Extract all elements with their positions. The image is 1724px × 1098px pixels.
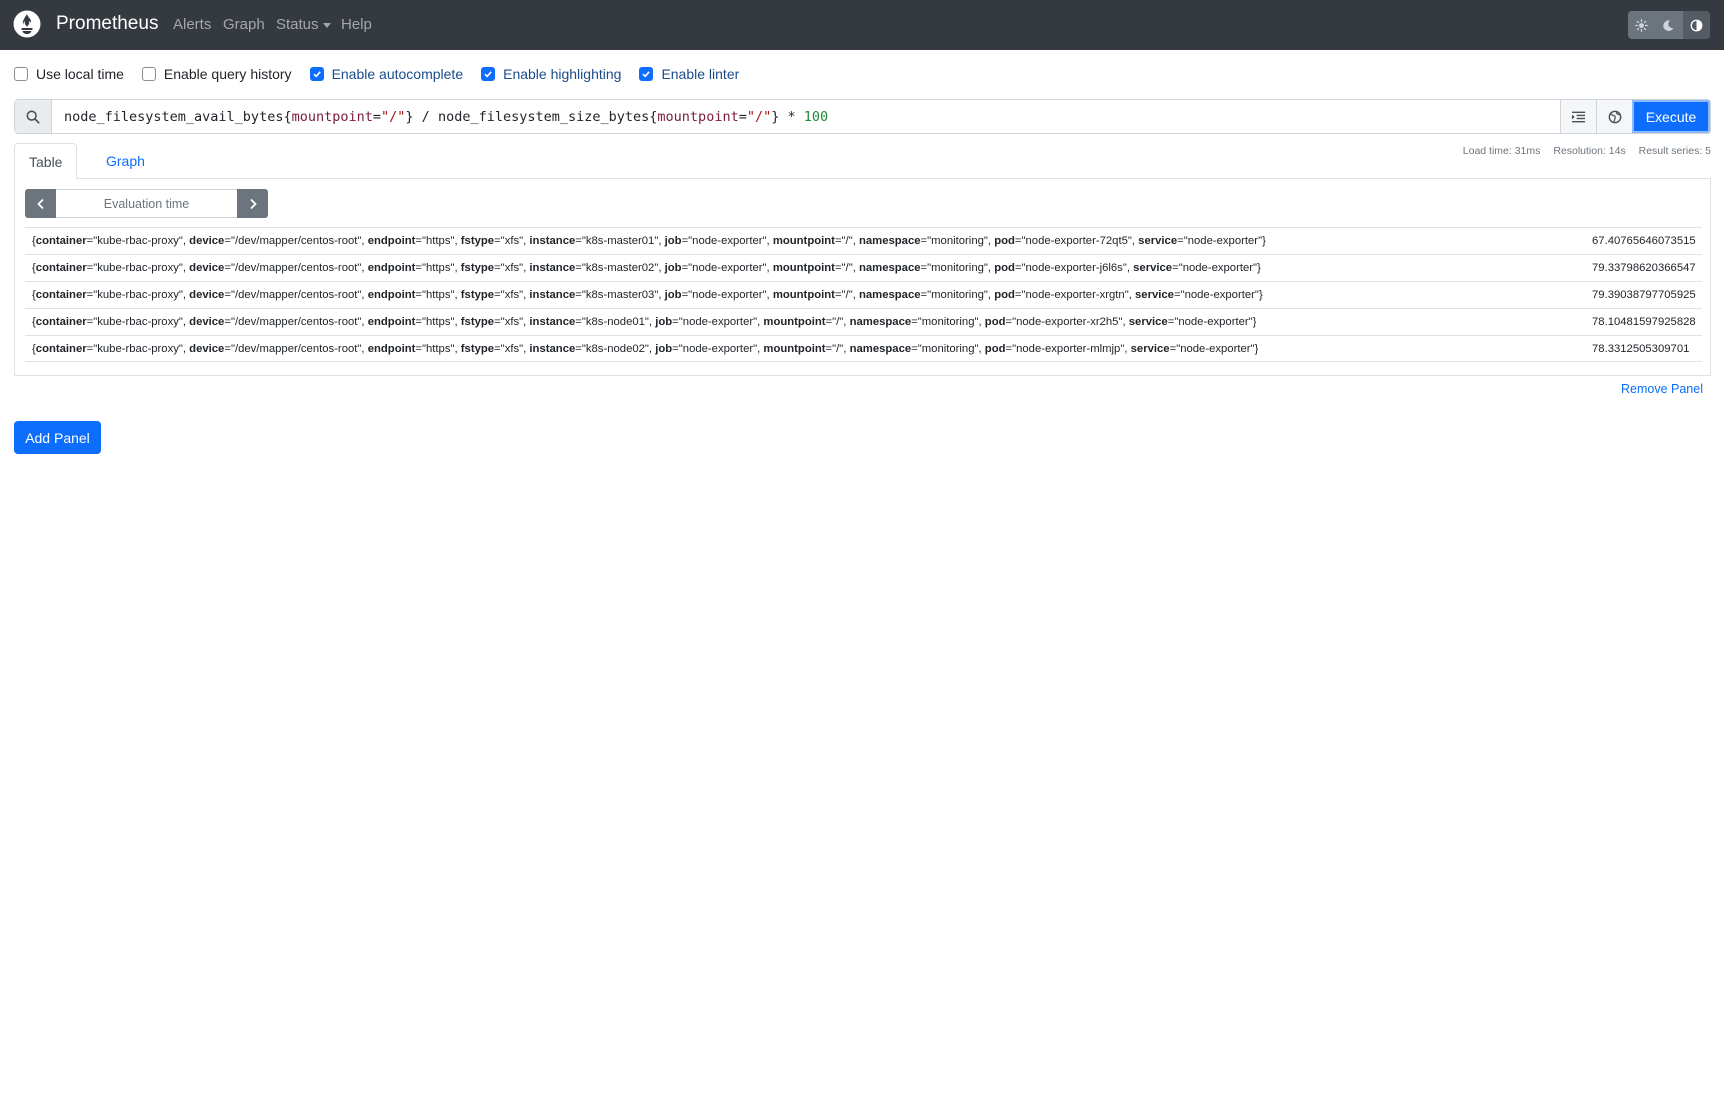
evaluation-time-input[interactable]: Evaluation time bbox=[56, 189, 237, 218]
chevron-left-icon bbox=[36, 198, 44, 209]
series-labels: {container="kube-rbac-proxy", device="/d… bbox=[32, 342, 1259, 355]
series-labels: {container="kube-rbac-proxy", device="/d… bbox=[32, 289, 1263, 301]
series-labels: {container="kube-rbac-proxy", device="/d… bbox=[32, 262, 1261, 274]
check-icon bbox=[484, 71, 492, 78]
navbar: Prometheus Alerts Graph Status Help bbox=[0, 0, 1724, 50]
tab-graph[interactable]: Graph bbox=[92, 143, 159, 179]
next-eval-time-button[interactable] bbox=[237, 189, 268, 218]
format-indent-icon bbox=[1571, 111, 1586, 122]
option-use-local-time[interactable]: Use local time bbox=[14, 66, 124, 82]
option-label: Enable autocomplete bbox=[331, 66, 464, 82]
theme-auto-button[interactable] bbox=[1682, 11, 1710, 39]
tab-table[interactable]: Table bbox=[14, 143, 78, 180]
query-label-1: mountpoint bbox=[291, 108, 373, 125]
table-row: {container="kube-rbac-proxy", device="/d… bbox=[25, 308, 1702, 335]
caret-down-icon bbox=[322, 22, 331, 28]
series-value: 67.40765646073515 bbox=[1592, 235, 1696, 247]
query-value-1: "/" bbox=[381, 108, 406, 125]
globe-icon bbox=[1608, 110, 1621, 123]
query-metric-1: node_filesystem_avail_bytes bbox=[64, 108, 284, 125]
series-value: 78.10481597925828 bbox=[1592, 316, 1696, 328]
use-local-time-checkbox[interactable] bbox=[14, 67, 28, 81]
option-label: Use local time bbox=[36, 66, 124, 82]
theme-light-button[interactable] bbox=[1628, 11, 1656, 39]
query-value-2: "/" bbox=[746, 108, 772, 125]
enable-query-history-checkbox[interactable] bbox=[141, 67, 156, 81]
brand-name[interactable]: Prometheus bbox=[56, 13, 158, 35]
enable-highlighting-checkbox[interactable] bbox=[481, 67, 496, 81]
panel-body: Evaluation time {container="kube-rbac-pr… bbox=[14, 179, 1711, 376]
option-label: Enable highlighting bbox=[503, 66, 622, 82]
series-labels: {container="kube-rbac-proxy", device="/d… bbox=[32, 316, 1257, 328]
metrics-explorer-button[interactable] bbox=[1596, 100, 1632, 133]
series-value: 79.39038797705925 bbox=[1592, 289, 1696, 301]
option-enable-autocomplete[interactable]: Enable autocomplete bbox=[309, 66, 464, 82]
query-bar: node_filesystem_avail_bytes{mountpoint = "… bbox=[14, 99, 1711, 134]
search-prepend bbox=[15, 100, 52, 133]
enable-autocomplete-checkbox[interactable] bbox=[309, 67, 324, 81]
nav-link-alerts[interactable]: Alerts bbox=[173, 16, 211, 33]
prev-eval-time-button[interactable] bbox=[25, 189, 56, 218]
check-icon bbox=[313, 71, 321, 78]
result-table: {container="kube-rbac-proxy", device="/d… bbox=[25, 227, 1702, 362]
prometheus-flame-icon[interactable] bbox=[13, 10, 41, 38]
option-enable-query-history[interactable]: Enable query history bbox=[141, 66, 292, 82]
theme-dark-button[interactable] bbox=[1655, 11, 1683, 39]
option-enable-linter[interactable]: Enable linter bbox=[639, 66, 739, 82]
evaluation-time-group: Evaluation time bbox=[25, 189, 268, 218]
option-label: Enable linter bbox=[661, 66, 740, 82]
nav-link-status-label: Status bbox=[276, 16, 319, 33]
search-icon bbox=[26, 110, 40, 124]
table-row: {container="kube-rbac-proxy", device="/d… bbox=[25, 335, 1702, 362]
moon-icon bbox=[1663, 19, 1674, 31]
theme-toggle-group bbox=[1628, 11, 1710, 39]
option-label: Enable query history bbox=[163, 66, 292, 82]
execute-button[interactable]: Execute bbox=[1632, 100, 1710, 133]
nav-link-help[interactable]: Help bbox=[341, 16, 372, 33]
option-enable-highlighting[interactable]: Enable highlighting bbox=[481, 66, 621, 82]
query-operator: / bbox=[421, 108, 430, 125]
query-options: Use local time Enable query history Enab… bbox=[14, 64, 757, 84]
chevron-right-icon bbox=[249, 198, 257, 209]
query-number: 100 bbox=[803, 108, 829, 125]
series-labels: {container="kube-rbac-proxy", device="/d… bbox=[32, 235, 1266, 247]
query-label-2: mountpoint bbox=[657, 108, 739, 125]
nav-link-graph[interactable]: Graph bbox=[223, 16, 265, 33]
table-row: {container="kube-rbac-proxy", device="/d… bbox=[25, 227, 1702, 254]
check-icon bbox=[642, 71, 651, 78]
remove-panel-link[interactable]: Remove Panel bbox=[1621, 382, 1703, 396]
table-row: {container="kube-rbac-proxy", device="/d… bbox=[25, 281, 1702, 308]
table-row: {container="kube-rbac-proxy", device="/d… bbox=[25, 254, 1702, 281]
add-panel-button[interactable]: Add Panel bbox=[14, 421, 101, 454]
query-input[interactable]: node_filesystem_avail_bytes{mountpoint = "… bbox=[52, 100, 1560, 133]
sun-icon bbox=[1635, 18, 1648, 32]
query-operator-2: * bbox=[787, 108, 796, 125]
format-query-button[interactable] bbox=[1560, 100, 1596, 133]
half-circle-icon bbox=[1690, 19, 1703, 31]
nav-link-status[interactable]: Status bbox=[276, 16, 331, 33]
enable-linter-checkbox[interactable] bbox=[639, 67, 654, 81]
panel-tabs: Table Graph bbox=[14, 143, 1711, 180]
series-value: 79.33798620366547 bbox=[1592, 262, 1696, 274]
query-metric-2: node_filesystem_size_bytes bbox=[437, 108, 650, 125]
series-value: 78.3312505309701 bbox=[1592, 342, 1690, 355]
